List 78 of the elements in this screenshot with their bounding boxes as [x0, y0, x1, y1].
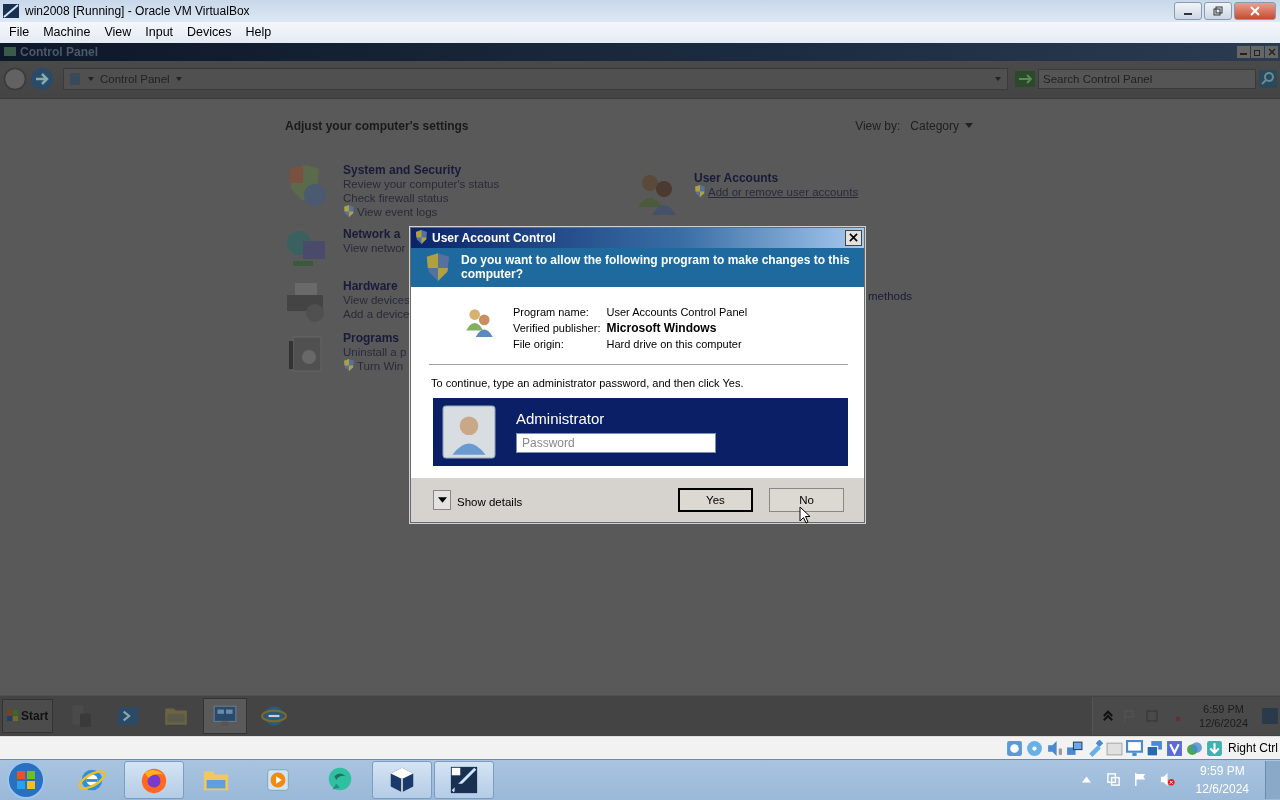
- field-label: Program name:: [513, 304, 590, 320]
- show-details-link[interactable]: Show details: [457, 495, 523, 508]
- caret-icon: [965, 123, 973, 129]
- menu-item[interactable]: View: [97, 25, 139, 40]
- back-button-icon[interactable]: [3, 67, 27, 92]
- download-icon[interactable]: [1206, 739, 1223, 757]
- windows-stack-icon[interactable]: [1146, 739, 1163, 757]
- page-heading: Adjust your computer's settings: [285, 118, 469, 133]
- show-hidden-icons-icon[interactable]: [1101, 709, 1116, 724]
- user-avatar-icon: [442, 404, 496, 459]
- close-button[interactable]: [845, 229, 862, 246]
- restore-icon: [1213, 5, 1223, 16]
- close-icon: [1250, 5, 1260, 16]
- shield-icon: [343, 359, 355, 373]
- clock-time: 9:59 PM: [1199, 763, 1245, 780]
- user-name: Administrator: [516, 410, 606, 428]
- show-desktop-button[interactable]: [1265, 761, 1280, 799]
- host-key-label: Right Ctrl: [1227, 741, 1279, 755]
- flag-icon[interactable]: [1132, 772, 1148, 788]
- network-icon[interactable]: [1066, 739, 1083, 757]
- view-by-label: View by:: [855, 118, 901, 133]
- optical-disc-icon[interactable]: [1026, 739, 1043, 757]
- question-text: Do you want to allow the following program to make changes to this computer?: [461, 252, 851, 283]
- dialog-button[interactable]: Yes: [678, 487, 753, 512]
- start-orb-icon[interactable]: [6, 760, 46, 800]
- shield-icon: [343, 205, 355, 219]
- caret-icon: [175, 77, 182, 82]
- category-title[interactable]: Programs: [343, 330, 407, 345]
- windows-flag-icon: [7, 710, 19, 723]
- dialog-title: User Account Control: [432, 230, 556, 245]
- minimize-button[interactable]: [1174, 1, 1202, 20]
- menu-item[interactable]: Machine: [36, 25, 98, 40]
- password-field[interactable]: Password: [516, 433, 716, 454]
- v-badge-icon[interactable]: [1166, 739, 1183, 757]
- menu-item[interactable]: Devices: [180, 25, 239, 40]
- caret-icon: [437, 496, 447, 503]
- field-value: User Accounts Control Panel: [606, 304, 748, 320]
- category-title[interactable]: Hardware: [343, 278, 410, 293]
- shield-icon: [415, 230, 428, 246]
- close-icon: [849, 233, 858, 243]
- start-button[interactable]: Start: [2, 699, 54, 734]
- dialog-button[interactable]: No: [769, 487, 844, 512]
- restore-icon: [1253, 47, 1262, 56]
- dropdown-caret-icon[interactable]: [995, 77, 1001, 82]
- close-icon: [1267, 47, 1276, 56]
- instruction-text: To continue, type an administrator password, and then click Yes.: [430, 376, 745, 389]
- taskbar-button[interactable]: [372, 761, 432, 799]
- category-title[interactable]: System and Security: [343, 162, 500, 177]
- minimize-icon: [1240, 53, 1247, 56]
- restore-button[interactable]: [1204, 1, 1232, 20]
- caret-icon: [88, 77, 94, 82]
- category-link[interactable]: methods: [868, 289, 987, 302]
- category-title[interactable]: User Accounts: [694, 170, 859, 185]
- menu-item[interactable]: Input: [138, 25, 181, 40]
- muted-speaker-icon[interactable]: [1159, 772, 1175, 788]
- app-icon: [3, 2, 19, 19]
- expand-button[interactable]: [433, 489, 451, 510]
- menu-item[interactable]: File: [2, 25, 37, 40]
- field-label: File origin:: [513, 336, 565, 352]
- window-title: Control Panel: [20, 44, 98, 59]
- shield-icon: [425, 252, 451, 283]
- field-value: Hard drive on this computer: [606, 336, 743, 352]
- display-icon[interactable]: [1126, 739, 1143, 757]
- search-icon[interactable]: [1259, 70, 1277, 89]
- menu-item[interactable]: Help: [238, 25, 279, 40]
- view-by-dropdown[interactable]: Category: [910, 118, 973, 133]
- control-panel-icon: [3, 44, 17, 59]
- field-value: Microsoft Windows: [606, 320, 718, 336]
- restore-button[interactable]: [1251, 45, 1264, 58]
- category-title[interactable]: Network a: [343, 226, 406, 241]
- server-logo-icon: [449, 765, 479, 795]
- clock-date: 12/6/2024: [1195, 781, 1249, 798]
- shield-icon: [694, 185, 706, 199]
- taskbar-button[interactable]: [434, 761, 494, 799]
- minimize-icon: [1184, 12, 1192, 15]
- field-label: Verified publisher:: [513, 320, 601, 336]
- window-title: win2008 [Running] - Oracle VM VirtualBox: [25, 3, 250, 18]
- refresh-icon[interactable]: [1015, 71, 1035, 88]
